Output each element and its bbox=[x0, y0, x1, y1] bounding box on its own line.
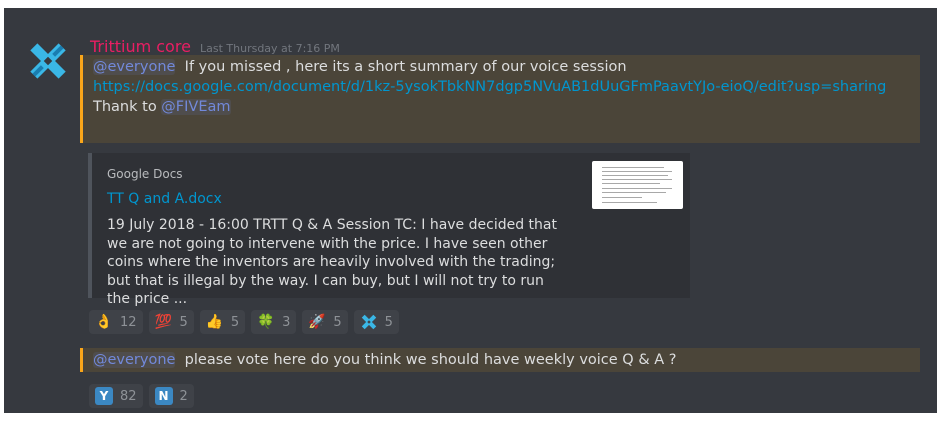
reaction-count: 2 bbox=[179, 388, 188, 404]
message-content: @everyone If you missed , here its a sho… bbox=[80, 55, 920, 143]
embed-thumbnail[interactable] bbox=[592, 161, 683, 209]
reaction-count: 5 bbox=[230, 314, 240, 330]
embed-description: 19 July 2018 - 16:00 TRTT Q & A Session … bbox=[107, 217, 557, 307]
message-line: @everyone If you missed , here its a sho… bbox=[93, 57, 920, 77]
four-leaf-clover-icon: 🍀 bbox=[257, 314, 275, 330]
reaction-count: 3 bbox=[282, 314, 291, 330]
message-header: Trittium core Last Thursday at 7:16 PM bbox=[90, 37, 340, 56]
embed-provider: Google Docs bbox=[107, 167, 183, 181]
trittium-logo-icon bbox=[30, 43, 66, 79]
reaction-count: 82 bbox=[120, 388, 137, 404]
reaction-rocket[interactable]: 🚀 5 bbox=[302, 310, 348, 334]
reaction-bar: 👌 12 💯 5 👍 5 🍀 3 🚀 5 5 bbox=[89, 310, 399, 334]
timestamp: Last Thursday at 7:16 PM bbox=[200, 42, 340, 55]
avatar[interactable] bbox=[26, 39, 70, 83]
document-link[interactable]: https://docs.google.com/document/d/1kz-5… bbox=[93, 77, 920, 97]
embed-title[interactable]: TT Q and A.docx bbox=[107, 191, 222, 207]
chat-window: Trittium core Last Thursday at 7:16 PM @… bbox=[4, 8, 937, 413]
thumbs-up-icon: 👍 bbox=[205, 314, 224, 330]
hundred-points-icon: 💯 bbox=[154, 314, 172, 330]
reaction-hundred[interactable]: 💯 5 bbox=[148, 310, 194, 334]
reaction-clover[interactable]: 🍀 3 bbox=[251, 310, 297, 334]
reaction-count: 5 bbox=[179, 314, 188, 330]
reaction-vote-yes[interactable]: Y 82 bbox=[89, 384, 143, 408]
mention-user[interactable]: @FIVEam bbox=[161, 99, 231, 115]
mention-everyone[interactable]: @everyone bbox=[93, 352, 176, 368]
reaction-bar: Y 82 N 2 bbox=[89, 384, 194, 408]
reaction-count: 12 bbox=[120, 314, 137, 330]
reaction-vote-no[interactable]: N 2 bbox=[148, 384, 194, 408]
message-text: please vote here do you think we should … bbox=[184, 352, 677, 368]
reaction-thumbs-up[interactable]: 👍 5 bbox=[199, 310, 246, 334]
thanks-text: Thank to bbox=[93, 99, 162, 115]
trittium-logo-icon bbox=[360, 313, 378, 331]
ok-hand-icon: 👌 bbox=[95, 314, 113, 330]
message-content: @everyone please vote here do you think … bbox=[80, 348, 920, 372]
reaction-trittium[interactable]: 5 bbox=[353, 310, 399, 334]
message-text: If you missed , here its a short summary… bbox=[184, 59, 627, 75]
thanks-line: Thank to @FIVEam bbox=[93, 97, 920, 117]
mention-everyone[interactable]: @everyone bbox=[93, 59, 176, 75]
username[interactable]: Trittium core bbox=[90, 37, 191, 56]
reaction-count: 5 bbox=[333, 314, 342, 330]
regional-indicator-n-icon: N bbox=[154, 387, 173, 405]
reaction-count: 5 bbox=[384, 314, 393, 330]
link-embed: Google Docs TT Q and A.docx 19 July 2018… bbox=[88, 153, 690, 307]
regional-indicator-y-icon: Y bbox=[95, 387, 113, 405]
reaction-ok-hand[interactable]: 👌 12 bbox=[89, 310, 143, 334]
rocket-icon: 🚀 bbox=[308, 314, 326, 330]
